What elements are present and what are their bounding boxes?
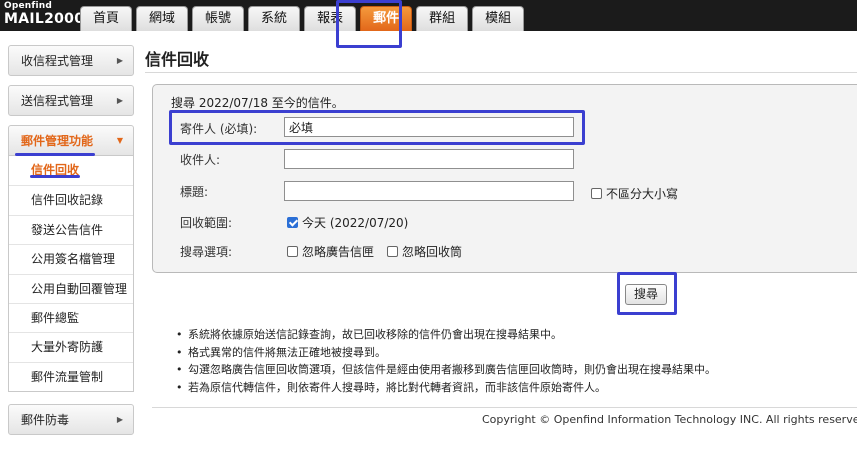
sidebar-antivirus[interactable]: 郵件防毒 ▶ (8, 404, 134, 436)
logo-openfind: Openfind (4, 1, 53, 11)
page-title: 信件回收 (145, 50, 210, 69)
recall-range-today-label: 今天 (2022/07/20) (302, 216, 409, 230)
sidebar-item-traffic-control[interactable]: 郵件流量管制 (9, 361, 133, 391)
search-button[interactable]: 搜尋 (625, 284, 667, 305)
subject-input[interactable] (284, 181, 574, 201)
sidebar-item-mail-recall[interactable]: 信件回收 (9, 156, 133, 185)
sidebar-incoming-label: 收信程式管理 (21, 54, 94, 68)
chevron-right-icon: ▶ (116, 415, 123, 425)
tab-account[interactable]: 帳號 (192, 6, 245, 31)
tab-report[interactable]: 報表 (304, 6, 357, 31)
tab-domain[interactable]: 網域 (136, 6, 189, 31)
ignore-recycle-bin-checkbox[interactable]: 忽略回收筒 (387, 243, 462, 260)
notes-list: 系統將依據原始送信記錄查詢，故已回收移除的信件仍會出現在搜尋結果中。 格式異常的… (176, 326, 716, 396)
sidebar-antivirus-label: 郵件防毒 (21, 413, 70, 428)
underline-mail-recall (30, 175, 80, 178)
sidebar-mail-management[interactable]: 郵件管理功能 ▼ (8, 125, 134, 156)
note-item: 勾選忽略廣告信匣回收筒選項，但該信件是經由使用者搬移到廣告信匣回收筒時，則仍會出… (176, 361, 716, 379)
copyright-text: Copyright © Openfind Information Technol… (482, 413, 857, 426)
sidebar: 收信程式管理 ▶ 送信程式管理 ▶ 郵件管理功能 ▼ 信件回收 信件回收記錄 發… (8, 45, 134, 436)
sidebar-item-announcement[interactable]: 發送公告信件 (9, 214, 133, 244)
checkbox-unchecked-icon (591, 188, 602, 199)
recall-range-today-checkbox[interactable]: 今天 (2022/07/20) (287, 214, 408, 231)
main-tabs: 首頁 網域 帳號 系統 報表 郵件 群組 模組 (80, 6, 528, 31)
tab-home[interactable]: 首頁 (80, 6, 133, 31)
mail2000-logo: Openfind MAIL2000 (4, 1, 84, 27)
recipient-input[interactable] (284, 149, 574, 169)
sidebar-outgoing-programs[interactable]: 送信程式管理 ▶ (8, 85, 134, 116)
search-options-label: 搜尋選項: (180, 245, 233, 259)
search-description: 搜尋 2022/07/18 至今的信件。 (171, 96, 344, 110)
search-panel (152, 84, 857, 273)
tab-group[interactable]: 群組 (416, 6, 469, 31)
chevron-right-icon: ▶ (116, 56, 123, 65)
tab-module[interactable]: 模組 (472, 6, 525, 31)
footer-divider (152, 407, 857, 408)
subject-label: 標題: (180, 185, 209, 199)
note-item: 若為原信代轉信件，則依寄件人搜尋時，將比對代轉者資訊，而非該信件原始寄件人。 (176, 379, 716, 397)
tab-mail[interactable]: 郵件 (360, 6, 413, 31)
sidebar-outgoing-label: 送信程式管理 (21, 94, 94, 108)
sender-input[interactable] (284, 117, 574, 137)
sidebar-item-recall-log[interactable]: 信件回收記錄 (9, 185, 133, 214)
case-insensitive-checkbox[interactable]: 不區分大小寫 (591, 185, 678, 202)
logo-mail2000: MAIL2000 (4, 11, 85, 27)
recall-range-label: 回收範圍: (180, 216, 233, 230)
mail-management-submenu: 信件回收 信件回收記錄 發送公告信件 公用簽名檔管理 公用自動回覆管理 郵件總監… (8, 156, 134, 393)
chevron-down-icon: ▼ (116, 136, 123, 145)
sidebar-item-public-signature[interactable]: 公用簽名檔管理 (9, 244, 133, 273)
note-item: 系統將依據原始送信記錄查詢，故已回收移除的信件仍會出現在搜尋結果中。 (176, 326, 716, 344)
sidebar-mail-management-label: 郵件管理功能 (21, 134, 94, 148)
ignore-recycle-bin-label: 忽略回收筒 (402, 245, 463, 259)
checkbox-unchecked-icon (287, 246, 298, 257)
note-item: 格式異常的信件將無法正確地被搜尋到。 (176, 344, 716, 362)
checkbox-unchecked-icon (387, 246, 398, 257)
sidebar-incoming-programs[interactable]: 收信程式管理 ▶ (8, 45, 134, 76)
tab-system[interactable]: 系統 (248, 6, 301, 31)
top-bar: Openfind MAIL2000 首頁 網域 帳號 系統 報表 郵件 群組 模… (0, 0, 857, 31)
sidebar-item-bulk-outbound[interactable]: 大量外寄防護 (9, 332, 133, 361)
chevron-right-icon: ▶ (116, 96, 123, 105)
recipient-label: 收件人: (180, 153, 221, 167)
checkbox-checked-icon (287, 217, 298, 228)
ignore-ad-folder-label: 忽略廣告信匣 (302, 245, 375, 259)
sidebar-item-public-autoreply[interactable]: 公用自動回覆管理 (9, 273, 133, 303)
ignore-ad-folder-checkbox[interactable]: 忽略廣告信匣 (287, 243, 374, 260)
sidebar-item-mail-supervisor[interactable]: 郵件總監 (9, 302, 133, 332)
sender-label: 寄件人 (必填): (180, 122, 258, 136)
underline-mail-management (15, 153, 95, 156)
case-insensitive-label: 不區分大小寫 (606, 187, 679, 201)
title-divider (145, 72, 857, 73)
